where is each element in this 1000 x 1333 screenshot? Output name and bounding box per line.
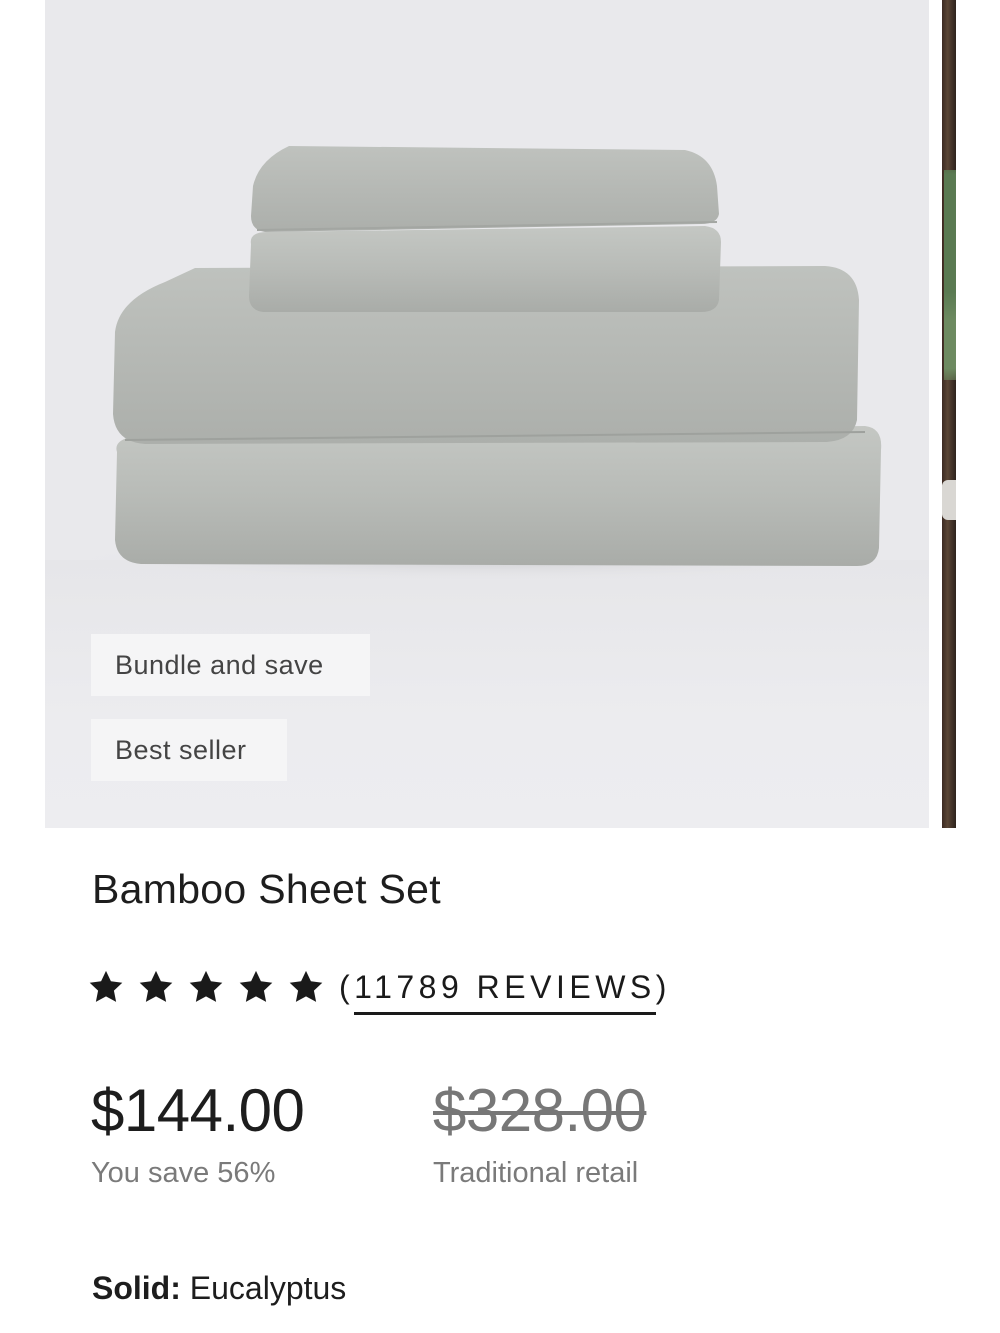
retail-price: $328.00: [433, 1077, 647, 1144]
star-icon: [89, 970, 123, 1002]
reviews-close-paren: ): [655, 968, 671, 1005]
variant-label: Solid:: [92, 1270, 181, 1306]
reviews-open-paren: (: [339, 968, 355, 1005]
current-price: $144.00: [91, 1077, 305, 1144]
variant-value: Eucalyptus: [189, 1270, 347, 1306]
star-icon: [239, 970, 273, 1002]
plate-image-detail: [942, 480, 956, 520]
retail-price-block: $328.00 Traditional retail: [433, 1075, 647, 1190]
retail-label: Traditional retail: [433, 1157, 639, 1189]
savings-text: You save 56%: [91, 1157, 276, 1189]
star-icon: [139, 970, 173, 1002]
star-icon: [189, 970, 223, 1002]
star-icon: [289, 970, 323, 1002]
product-image-carousel[interactable]: Bundle and save Best seller: [0, 0, 1000, 828]
current-price-block: $144.00 You save 56%: [91, 1075, 305, 1190]
reviews-link[interactable]: ( 11789 REVIEWS ): [339, 959, 671, 1015]
product-title: Bamboo Sheet Set: [92, 866, 441, 912]
product-rating: ( 11789 REVIEWS ): [87, 959, 671, 1015]
badge-best-seller: Best seller: [91, 719, 287, 781]
folded-sheets-image: [45, 146, 925, 582]
badge-bundle-and-save: Bundle and save: [91, 634, 370, 696]
product-image-main[interactable]: Bundle and save Best seller: [45, 0, 929, 828]
rating-stars: [87, 968, 325, 1006]
reviews-count[interactable]: 11789 REVIEWS: [354, 969, 656, 1015]
plant-image-detail: [944, 170, 956, 380]
product-image-next-peek[interactable]: [942, 0, 956, 828]
selected-variant: Solid: Eucalyptus: [92, 1270, 346, 1307]
